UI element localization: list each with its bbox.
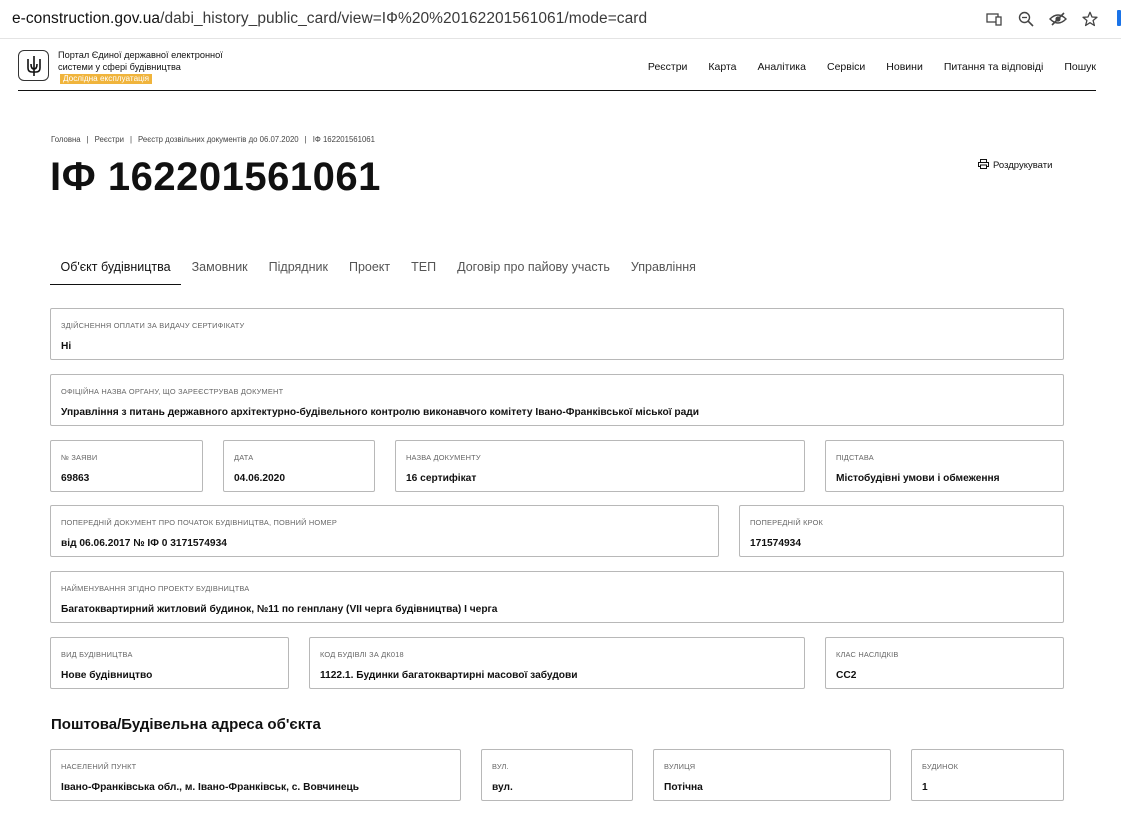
breadcrumb-registries[interactable]: Реєстри [95, 135, 124, 144]
tab-tep[interactable]: ТЕП [401, 258, 447, 285]
street-type-field: Вул. вул. [481, 749, 633, 801]
field-label: Дата [234, 453, 254, 462]
breadcrumb-separator: | [86, 135, 89, 144]
address-section-title: Поштова/Будівельна адреса об'єкта [51, 716, 321, 733]
tab-management[interactable]: Управління [620, 258, 706, 285]
extension-edge-icon[interactable] [1117, 10, 1121, 26]
tab-project[interactable]: Проект [338, 258, 400, 285]
trident-logo-icon[interactable] [18, 50, 49, 81]
consequence-class-field: Клас наслідків СС2 [825, 637, 1064, 689]
field-label: Попередній документ про початок будівниц… [61, 518, 337, 527]
field-value: Містобудівні умови і обмеження [836, 473, 1000, 484]
breadcrumb-current: ІФ 162201561061 [312, 135, 375, 144]
field-value: від 06.06.2017 № ІФ 0 3171574934 [61, 538, 227, 549]
page-title: ІФ 162201561061 [50, 155, 381, 199]
document-name-field: Назва документу 16 сертифікат [395, 440, 805, 492]
nav-analytics[interactable]: Аналітика [758, 61, 806, 73]
field-label: Будинок [922, 762, 959, 771]
date-field: Дата 04.06.2020 [223, 440, 375, 492]
previous-document-field: Попередній документ про початок будівниц… [50, 505, 719, 557]
field-value: 16 сертифікат [406, 473, 477, 484]
field-value: 171574934 [750, 538, 801, 549]
field-label: Код будівлі за ДК018 [320, 650, 404, 659]
building-number-field: Будинок 1 [911, 749, 1064, 801]
field-value: Ні [61, 341, 72, 352]
field-label: Населений пункт [61, 762, 137, 771]
payment-field: Здійснення оплати за видачу сертифікату … [50, 308, 1064, 360]
field-label: № заяви [61, 453, 98, 462]
construction-type-field: Вид будівництва Нове будівництво [50, 637, 289, 689]
print-label: Роздрукувати [993, 160, 1053, 171]
nav-registries[interactable]: Реєстри [648, 61, 688, 73]
trial-badge: Дослідна експлуатація [60, 74, 153, 85]
field-label: Попередній крок [750, 518, 824, 527]
field-value: Івано-Франківська обл., м. Івано-Франків… [61, 782, 360, 793]
application-number-field: № заяви 69863 [50, 440, 203, 492]
nav-services[interactable]: Сервіси [827, 61, 865, 73]
breadcrumb-separator: | [130, 135, 133, 144]
tab-share-agreement[interactable]: Договір про пайову участь [447, 258, 621, 285]
field-value: Управління з питань державного архітекту… [61, 407, 700, 418]
breadcrumb-separator: | [304, 135, 307, 144]
street-field: Вулиця Потічна [653, 749, 891, 801]
field-value: Потічна [664, 782, 703, 793]
portal-title[interactable]: Портал Єдиної державної електронної сист… [58, 50, 228, 85]
bookmark-star-icon[interactable] [1081, 10, 1099, 28]
main-nav: Реєстри Карта Аналітика Сервіси Новини П… [648, 61, 1096, 73]
hidden-eye-icon[interactable] [1049, 10, 1067, 28]
field-value: 69863 [61, 473, 90, 484]
breadcrumb: Головна | Реєстри | Реєстр дозвільних доку… [51, 135, 375, 144]
field-value: Багатоквартирний житловий будинок, №11 п… [61, 604, 498, 615]
portal-title-text: Портал Єдиної державної електронної сист… [58, 50, 223, 72]
print-button[interactable]: Роздрукувати [978, 159, 1052, 172]
authority-field: Офіційна назва органу, що зареєстрував д… [50, 374, 1064, 426]
field-value: СС2 [836, 670, 857, 681]
field-label: Здійснення оплати за видачу сертифікату [61, 321, 245, 330]
nav-faq[interactable]: Питання та відповіді [944, 61, 1044, 73]
url-path: /dabi_history_public_card/view=ІФ%20%201… [160, 10, 648, 27]
zoom-icon[interactable] [1017, 10, 1035, 28]
locality-field: Населений пункт Івано-Франківська обл., … [50, 749, 461, 801]
field-label: Назва документу [406, 453, 481, 462]
basis-field: Підстава Містобудівні умови і обмеження [825, 440, 1064, 492]
tab-customer[interactable]: Замовник [181, 258, 258, 285]
field-label: Клас наслідків [836, 650, 899, 659]
field-label: Вид будівництва [61, 650, 133, 659]
field-label: Офіційна назва органу, що зареєстрував д… [61, 387, 284, 396]
url-host: e-construction.gov.ua [12, 10, 161, 27]
project-name-field: Найменування згідно проекту будівництва … [50, 571, 1064, 623]
cast-icon[interactable] [985, 10, 1003, 28]
breadcrumb-home[interactable]: Головна [51, 135, 81, 144]
previous-step-field: Попередній крок 171574934 [739, 505, 1064, 557]
building-code-field: Код будівлі за ДК018 1122.1. Будинки баг… [309, 637, 805, 689]
field-label: Вул. [492, 762, 509, 771]
site-header: Портал Єдиної державної електронної сист… [18, 45, 1096, 91]
nav-map[interactable]: Карта [708, 61, 736, 73]
nav-news[interactable]: Новини [886, 61, 923, 73]
field-value: 04.06.2020 [234, 473, 285, 484]
url-text[interactable]: e-construction.gov.ua/dabi_history_publi… [12, 10, 647, 28]
field-value: Нове будівництво [61, 670, 153, 681]
field-label: Найменування згідно проекту будівництва [61, 584, 250, 593]
field-label: Підстава [836, 453, 874, 462]
field-value: 1 [922, 782, 928, 793]
tab-contractor[interactable]: Підрядник [258, 258, 338, 285]
field-value: 1122.1. Будинки багатоквартирні масової … [320, 670, 578, 681]
field-value: вул. [492, 782, 513, 793]
field-label: Вулиця [664, 762, 696, 771]
nav-search[interactable]: Пошук [1064, 61, 1096, 73]
browser-address-bar[interactable]: e-construction.gov.ua/dabi_history_publi… [0, 0, 1121, 39]
breadcrumb-permit-registry[interactable]: Реєстр дозвільних документів до 06.07.20… [138, 135, 299, 144]
printer-icon [978, 159, 989, 172]
tab-bar: Об'єкт будівництва Замовник Підрядник Пр… [50, 258, 706, 285]
tab-construction-object[interactable]: Об'єкт будівництва [50, 258, 182, 285]
